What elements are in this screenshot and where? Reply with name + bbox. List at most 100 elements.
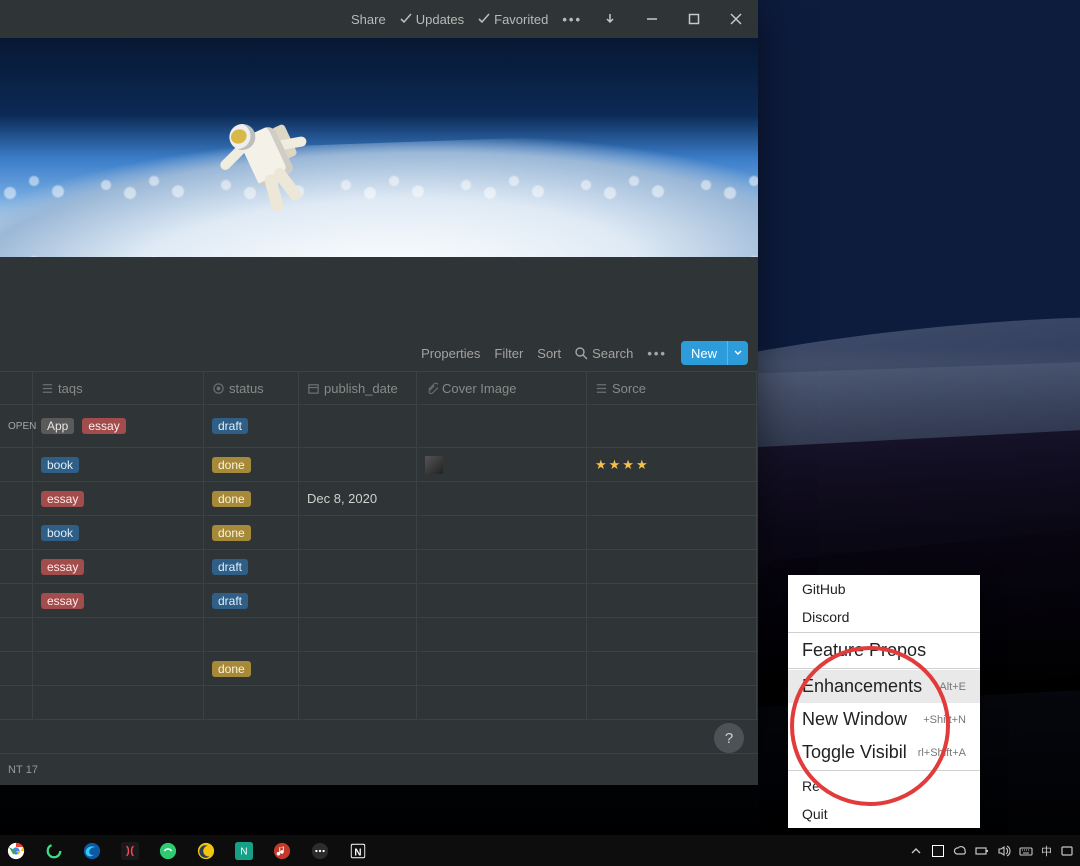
tag-pill: book bbox=[41, 525, 79, 541]
context-menu-item[interactable]: GitHub bbox=[788, 575, 980, 603]
footer-count-value: 17 bbox=[26, 764, 38, 776]
date-icon bbox=[307, 382, 320, 395]
notion-taskbar-icon[interactable]: N bbox=[348, 841, 368, 861]
tray-context-menu: GitHub Discord Feature Propos Enhancements A… bbox=[788, 575, 980, 828]
loading-icon[interactable] bbox=[44, 841, 64, 861]
table-empty-row[interactable] bbox=[0, 686, 758, 720]
context-menu-item[interactable]: New Window +Shift+N bbox=[788, 703, 980, 736]
column-header-blank[interactable] bbox=[0, 372, 33, 404]
minimize-button[interactable] bbox=[638, 5, 666, 33]
column-header-tags[interactable]: taqs bbox=[33, 372, 204, 404]
database-table: taqs status publish_date Cover Image Sor… bbox=[0, 371, 758, 753]
table-row[interactable]: bookdone★★★★ bbox=[0, 448, 758, 482]
context-menu-label: New Window bbox=[802, 709, 907, 730]
tray-keyboard-icon[interactable] bbox=[1019, 844, 1033, 858]
keyboard-shortcut: +Shift+N bbox=[923, 714, 966, 726]
search-icon bbox=[575, 347, 588, 360]
new-button[interactable]: New bbox=[681, 341, 748, 365]
column-header-status[interactable]: status bbox=[204, 372, 299, 404]
multiselect-icon bbox=[595, 382, 608, 395]
context-menu-item[interactable]: Enhancements Alt+E bbox=[788, 670, 980, 703]
table-row[interactable]: essaydoneDec 8, 2020 bbox=[0, 482, 758, 516]
context-menu-label: Enhancements bbox=[802, 676, 922, 697]
new-dropdown-icon[interactable] bbox=[727, 341, 748, 365]
app-icon-dots[interactable] bbox=[310, 841, 330, 861]
check-icon bbox=[400, 13, 412, 25]
chrome-icon[interactable] bbox=[6, 841, 26, 861]
context-menu-label: Toggle Visibil bbox=[802, 742, 907, 763]
app-icon-red[interactable] bbox=[120, 841, 140, 861]
column-header-source[interactable]: Sorce bbox=[587, 372, 757, 404]
sort-button[interactable]: Sort bbox=[537, 346, 561, 361]
tray-battery-icon[interactable] bbox=[975, 844, 989, 858]
context-menu-label: Re bbox=[802, 778, 820, 794]
properties-button[interactable]: Properties bbox=[421, 346, 480, 361]
help-button[interactable]: ? bbox=[714, 723, 744, 753]
updates-button[interactable]: Updates bbox=[400, 12, 464, 27]
date-cell bbox=[299, 405, 417, 447]
tray-volume-icon[interactable] bbox=[997, 844, 1011, 858]
column-header-cover-image[interactable]: Cover Image bbox=[417, 372, 587, 404]
status-pill: draft bbox=[212, 559, 248, 575]
share-button[interactable]: Share bbox=[351, 12, 386, 27]
filter-button[interactable]: Filter bbox=[494, 346, 523, 361]
tray-notion-icon[interactable] bbox=[931, 844, 945, 858]
multiselect-icon bbox=[41, 382, 54, 395]
status-pill: done bbox=[212, 457, 251, 473]
context-menu-label: Discord bbox=[802, 609, 849, 625]
table-row[interactable]: OPENAppessaydraft bbox=[0, 405, 758, 448]
close-button[interactable] bbox=[722, 5, 750, 33]
context-menu-item[interactable]: Re bbox=[788, 772, 980, 800]
context-menu-label: Quit bbox=[802, 806, 828, 822]
favorited-button[interactable]: Favorited bbox=[478, 12, 548, 27]
app-icon-teal[interactable]: N bbox=[234, 841, 254, 861]
column-header-publish-date[interactable]: publish_date bbox=[299, 372, 417, 404]
maximize-button[interactable] bbox=[680, 5, 708, 33]
updates-label: Updates bbox=[416, 12, 464, 27]
tag-pill: essay bbox=[41, 491, 84, 507]
keyboard-shortcut: rl+Shift+A bbox=[918, 747, 966, 759]
table-row[interactable]: book done bbox=[0, 516, 758, 550]
more-icon[interactable]: ••• bbox=[562, 12, 582, 27]
table-row[interactable] bbox=[0, 618, 758, 652]
app-icon-music[interactable] bbox=[272, 841, 292, 861]
svg-text:N: N bbox=[354, 847, 361, 858]
status-pill: done bbox=[212, 661, 251, 677]
edge-icon[interactable] bbox=[82, 841, 102, 861]
keyboard-shortcut: Alt+E bbox=[939, 681, 966, 693]
tray-cloud-icon[interactable] bbox=[953, 844, 967, 858]
table-row[interactable]: essay draft bbox=[0, 550, 758, 584]
table-more-icon[interactable]: ••• bbox=[647, 346, 667, 361]
table-footer: NT 17 bbox=[0, 753, 758, 785]
cover-thumbnail[interactable] bbox=[425, 456, 443, 474]
app-icon-green[interactable] bbox=[158, 841, 178, 861]
context-menu-item[interactable]: Toggle Visibil rl+Shift+A bbox=[788, 736, 980, 769]
date-cell bbox=[299, 448, 417, 481]
download-icon[interactable] bbox=[596, 5, 624, 33]
app-icon-moon[interactable] bbox=[196, 841, 216, 861]
new-label: New bbox=[681, 341, 727, 365]
cover-image[interactable] bbox=[0, 38, 758, 257]
search-label: Search bbox=[592, 346, 633, 361]
star-rating: ★★★★ bbox=[595, 457, 650, 473]
tray-ime-indicator[interactable]: 中 bbox=[1041, 843, 1052, 859]
attachment-icon bbox=[425, 382, 438, 395]
table-row[interactable]: done bbox=[0, 652, 758, 686]
tag-pill: essay bbox=[41, 559, 84, 575]
tray-chevron-icon[interactable] bbox=[909, 844, 923, 858]
date-cell bbox=[299, 652, 417, 685]
tag-pill: essay bbox=[82, 418, 125, 434]
status-icon bbox=[212, 382, 225, 395]
taskbar: N N 中 bbox=[0, 835, 1080, 866]
svg-text:N: N bbox=[240, 846, 247, 857]
tray-notification-icon[interactable] bbox=[1060, 844, 1074, 858]
context-menu-item[interactable]: Quit bbox=[788, 800, 980, 828]
context-menu-item[interactable]: Feature Propos bbox=[788, 634, 980, 667]
date-cell bbox=[299, 618, 417, 651]
status-pill: done bbox=[212, 525, 251, 541]
table-row[interactable]: essaydraft bbox=[0, 584, 758, 618]
footer-count-label: NT bbox=[8, 764, 23, 776]
search-button[interactable]: Search bbox=[575, 346, 633, 361]
status-pill: draft bbox=[212, 418, 248, 434]
context-menu-item[interactable]: Discord bbox=[788, 603, 980, 631]
